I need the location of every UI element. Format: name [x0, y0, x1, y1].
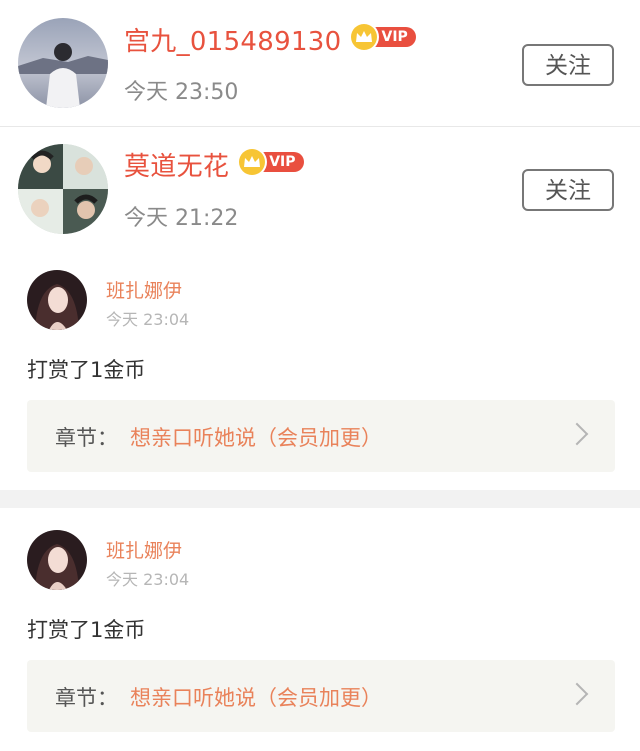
- timestamp: 今天 21:22: [124, 206, 239, 231]
- chapter-link[interactable]: 章节： 想亲口听她说（会员加更）: [27, 660, 615, 732]
- timestamp: 今天 23:04: [106, 570, 190, 589]
- follow-button[interactable]: 关注: [522, 169, 614, 211]
- username-line: 莫道无花 VIP: [124, 149, 304, 185]
- chapter-label: 章节：: [55, 686, 118, 710]
- chevron-right-icon: [565, 422, 589, 446]
- tipper-name[interactable]: 班扎娜伊: [106, 536, 182, 563]
- username[interactable]: 宫九_015489130: [124, 24, 341, 60]
- tip-message: 打赏了1金币: [27, 618, 146, 642]
- avatar[interactable]: [18, 18, 108, 108]
- tip-record: 班扎娜伊 今天 23:04 打赏了1金币 章节： 想亲口听她说（会员加更）: [0, 250, 640, 490]
- vip-badge: VIP: [351, 24, 416, 50]
- chapter-title: 想亲口听她说（会员加更）: [130, 426, 382, 450]
- chapter-title: 想亲口听她说（会员加更）: [130, 686, 382, 710]
- timestamp: 今天 23:04: [106, 310, 190, 329]
- follow-item: 莫道无花 VIP 今天 21:22 关注: [0, 127, 640, 250]
- username[interactable]: 莫道无花: [124, 149, 229, 185]
- follow-button[interactable]: 关注: [522, 44, 614, 86]
- section-divider: [0, 490, 640, 508]
- avatar[interactable]: [27, 530, 87, 590]
- username-line: 宫九_015489130 VIP: [124, 24, 416, 60]
- timestamp: 今天 23:50: [124, 80, 239, 105]
- chapter-link[interactable]: 章节： 想亲口听她说（会员加更）: [27, 400, 615, 472]
- tip-message: 打赏了1金币: [27, 358, 146, 382]
- tip-record: 班扎娜伊 今天 23:04 打赏了1金币 章节： 想亲口听她说（会员加更）: [0, 510, 640, 751]
- avatar[interactable]: [18, 144, 108, 234]
- tipper-name[interactable]: 班扎娜伊: [106, 276, 182, 303]
- follow-item: 宫九_015489130 VIP 今天 23:50 关注: [0, 0, 640, 127]
- chapter-label: 章节：: [55, 426, 118, 450]
- avatar[interactable]: [27, 270, 87, 330]
- chevron-right-icon: [565, 682, 589, 706]
- vip-badge: VIP: [239, 149, 304, 175]
